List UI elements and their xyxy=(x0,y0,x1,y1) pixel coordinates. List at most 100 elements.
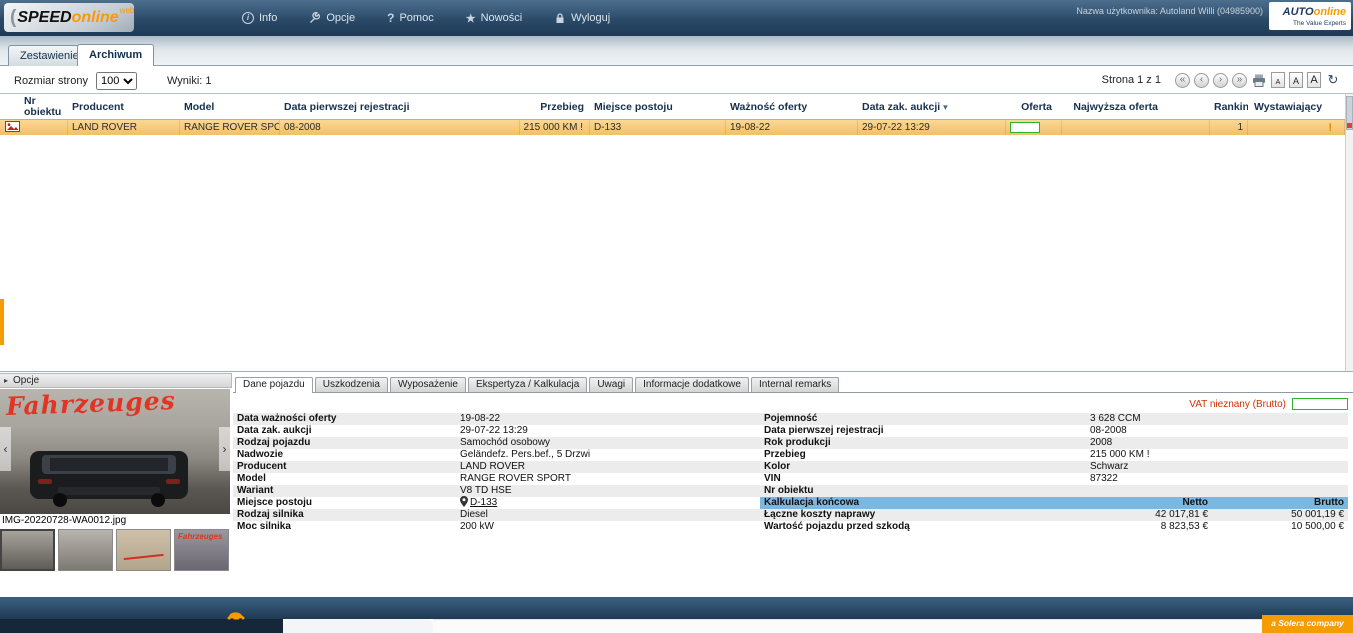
field-value: Diesel xyxy=(460,509,488,520)
column-header-przebieg[interactable]: Przebieg xyxy=(520,101,590,113)
field-value: 08-2008 xyxy=(1090,425,1127,436)
field-value: Geländefz. Pers.bef., 5 Drzwi xyxy=(460,449,591,460)
tab-uszkodzenia[interactable]: Uszkodzenia xyxy=(314,377,388,392)
font-size-small-button[interactable]: A xyxy=(1271,72,1285,88)
kalkulacja-row: Wartość pojazdu przed szkodą 8 823,53 € … xyxy=(760,521,1348,533)
vehicle-photo[interactable]: Fahrzeuges ‹ › xyxy=(0,389,230,514)
field-label: Nadwozie xyxy=(237,449,284,460)
field-label: Miejsce postoju xyxy=(237,497,313,508)
result-row[interactable]: LAND ROVER RANGE ROVER SPOR... 08-2008 2… xyxy=(0,120,1345,135)
font-size-large-button[interactable]: A xyxy=(1307,72,1321,88)
refresh-icon[interactable]: ↻ xyxy=(1325,72,1341,88)
vat-status-row: VAT nieznany (Brutto) xyxy=(1189,398,1348,410)
field-label: Wariant xyxy=(237,485,274,496)
field-value: LAND ROVER xyxy=(460,461,526,472)
left-panel-handle[interactable] xyxy=(0,299,4,345)
field-value: 19-08-22 xyxy=(460,413,501,424)
tab-uwagi[interactable]: Uwagi xyxy=(589,377,634,392)
field-label: VIN xyxy=(764,473,781,484)
cell-najwyzsza-oferta xyxy=(1062,120,1210,135)
thumbnail-2[interactable] xyxy=(58,529,113,571)
print-icon[interactable] xyxy=(1251,72,1267,88)
tab-internal-remarks[interactable]: Internal remarks xyxy=(750,377,840,392)
column-header-miejsce-postoju[interactable]: Miejsce postoju xyxy=(590,101,726,113)
menu-item-label: Nowości xyxy=(480,12,523,24)
page-size-select[interactable]: 100 xyxy=(95,72,137,90)
column-header-label: Data zak. aukcji xyxy=(862,100,941,113)
field-row: Producent LAND ROVER xyxy=(233,461,760,473)
vehicle-fields-right: Pojemność 3 628 CCM Data pierwszej rejes… xyxy=(760,413,1348,533)
speedonline-logo: ( SPEED online web xyxy=(4,3,134,32)
field-row: Data ważności oferty 19-08-22 xyxy=(233,413,760,425)
cell-wystawiajacy: ! xyxy=(1248,120,1345,135)
menu-item-label: Pomoc xyxy=(399,12,434,24)
column-header-data-zak-aukcji[interactable]: Data zak. aukcji ▾ xyxy=(858,101,1006,113)
field-value: 2008 xyxy=(1090,437,1113,448)
last-page-button[interactable]: » xyxy=(1232,72,1247,88)
cell-oferta xyxy=(1006,120,1062,135)
tab-informacje-dodatkowe[interactable]: Informacje dodatkowe xyxy=(635,377,749,392)
kalkulacja-label: Wartość pojazdu przed szkodą xyxy=(764,521,910,532)
cell-data-zak-aukcji: 29-07-22 13:29 xyxy=(858,120,1006,135)
prev-page-button[interactable]: ‹ xyxy=(1194,72,1209,88)
column-header-producent[interactable]: Producent xyxy=(68,101,180,113)
thumbnail-4[interactable]: Fahrzeuges xyxy=(174,529,229,571)
column-header-model[interactable]: Model xyxy=(180,101,280,113)
kalkulacja-brutto-value: 10 500,00 € xyxy=(1291,521,1344,532)
field-value: 200 kW xyxy=(460,521,494,532)
menu-item-pomoc[interactable]: ? Pomoc xyxy=(387,11,434,25)
top-menu: i Info Opcje ? Pomoc ★ Nowości Wyloguj xyxy=(242,0,610,36)
cell-rejestracja: 08-2008 xyxy=(280,120,520,135)
menu-item-wyloguj[interactable]: Wyloguj xyxy=(554,12,610,24)
column-header-oferta[interactable]: Oferta xyxy=(1006,101,1062,113)
opcje-expander[interactable]: ▸ Opcje xyxy=(0,373,232,388)
menu-item-opcje[interactable]: Opcje xyxy=(309,11,355,24)
font-size-medium-button[interactable]: A xyxy=(1289,72,1303,88)
menu-item-label: Wyloguj xyxy=(571,12,611,24)
vat-status-box[interactable] xyxy=(1292,398,1348,410)
tab-dane-pojazdu[interactable]: Dane pojazdu xyxy=(235,377,313,393)
field-row: Moc silnika 200 kW xyxy=(233,521,760,533)
main-tabstrip: Zestawienie Archiwum xyxy=(0,36,1353,66)
list-scrollbar[interactable] xyxy=(1345,94,1353,371)
solera-company-badge[interactable]: a Solera company xyxy=(1262,615,1353,631)
location-link[interactable]: D-133 xyxy=(470,497,497,509)
thumbnail-3[interactable] xyxy=(116,529,171,571)
tab-ekspertyza-kalkulacja[interactable]: Ekspertyza / Kalkulacja xyxy=(467,377,588,392)
column-header-nr-obiektu[interactable]: Nr obiektu xyxy=(0,96,68,118)
field-label: Moc silnika xyxy=(237,521,291,532)
menu-item-info[interactable]: i Info xyxy=(242,12,277,24)
field-row: Rodzaj pojazdu Samochód osobowy xyxy=(233,437,760,449)
bottom-strip-pale xyxy=(433,619,1262,633)
field-label: Nr obiektu xyxy=(764,485,814,496)
vat-status-label: VAT nieznany (Brutto) xyxy=(1189,398,1286,410)
field-row-miejsce-postoju: Miejsce postoju D-133 xyxy=(233,495,760,509)
first-page-button[interactable]: « xyxy=(1175,72,1190,88)
next-page-button[interactable]: › xyxy=(1213,72,1228,88)
tab-wyposazenie[interactable]: Wyposażenie xyxy=(389,377,466,392)
field-label: Rodzaj silnika xyxy=(237,509,304,520)
page-indicator: Strona 1 z 1 xyxy=(1101,74,1161,86)
offer-status-box[interactable] xyxy=(1010,122,1040,133)
field-row: Data zak. aukcji 29-07-22 13:29 xyxy=(233,425,760,437)
photo-next-button[interactable]: › xyxy=(219,427,230,471)
expander-arrow-icon: ▸ xyxy=(4,376,9,385)
field-label: Rodzaj pojazdu xyxy=(237,437,311,448)
thumbnail-1[interactable] xyxy=(0,529,55,571)
column-header-najwyzsza-oferta[interactable]: Najwyższa oferta xyxy=(1062,101,1210,113)
column-header-waznosc-oferty[interactable]: Ważność oferty xyxy=(726,101,858,113)
kalkulacja-header-row: Kalkulacja końcowa Netto Brutto xyxy=(760,497,1348,509)
field-label: Rok produkcji xyxy=(764,437,831,448)
photo-overlay-text: Fahrzeuges xyxy=(5,389,177,421)
menu-item-nowosci[interactable]: ★ Nowości xyxy=(466,12,522,25)
top-header-bar: ( SPEED online web i Info Opcje ? Pomoc … xyxy=(0,0,1353,36)
column-header-ranking[interactable]: Ranking xyxy=(1210,101,1248,113)
photo-prev-button[interactable]: ‹ xyxy=(0,427,11,471)
column-header-rejestracja[interactable]: Data pierwszej rejestracji xyxy=(280,101,520,113)
column-header-wystawiajacy[interactable]: Wystawiający xyxy=(1248,101,1345,113)
cell-miejsce-postoju: D-133 xyxy=(590,120,726,135)
tab-archiwum[interactable]: Archiwum xyxy=(77,44,155,66)
field-label: Przebieg xyxy=(764,449,806,460)
question-icon: ? xyxy=(387,11,395,25)
logo-online-text: online xyxy=(71,8,119,26)
